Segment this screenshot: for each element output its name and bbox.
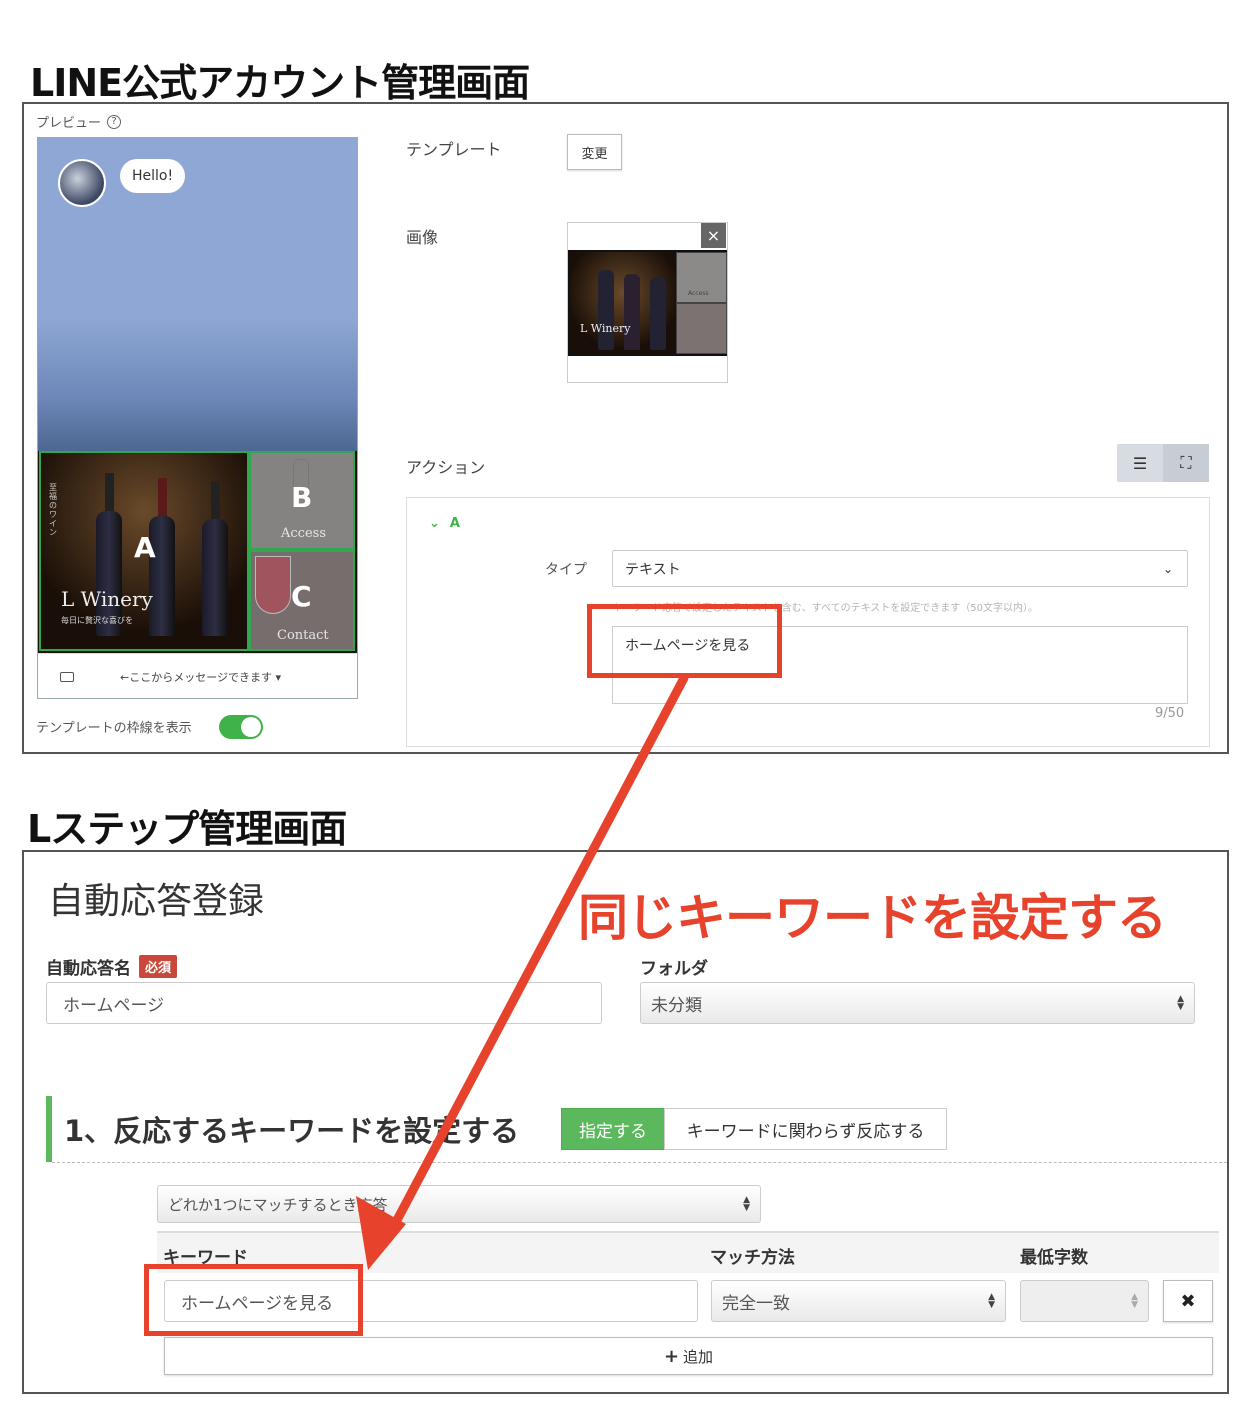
connector-arrow — [356, 673, 689, 1270]
